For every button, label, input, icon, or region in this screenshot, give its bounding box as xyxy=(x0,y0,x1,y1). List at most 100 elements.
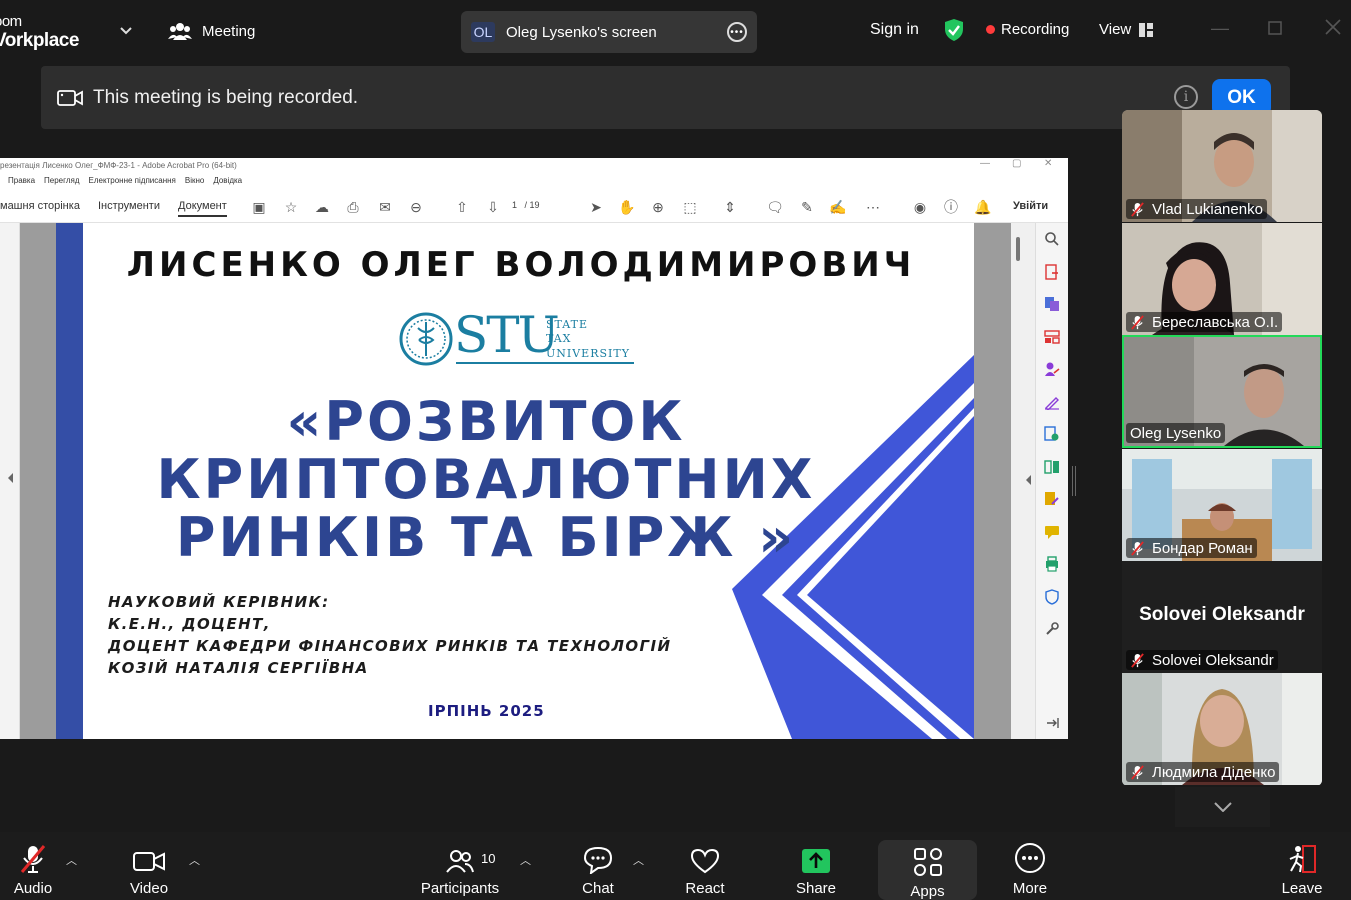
acrobat-menu-bar: Правка Перегляд Електронне підписання Ві… xyxy=(8,176,242,185)
apps-label: Apps xyxy=(910,883,945,900)
slide-title-line: КРИПТОВАЛЮТНИХ xyxy=(156,448,816,511)
minimize-icon[interactable]: — xyxy=(1211,18,1229,39)
logo-university: UNIVERSITY xyxy=(546,347,630,360)
zoom-out-icon: ⊖ xyxy=(410,198,422,215)
close-icon[interactable] xyxy=(1325,19,1341,40)
create-pdf-icon xyxy=(1045,297,1059,311)
participant-name-tag: Людмила Діденко xyxy=(1126,762,1280,782)
menu-item: Вікно xyxy=(184,176,205,185)
participants-icon xyxy=(446,850,474,873)
left-panel-collapse xyxy=(0,223,20,739)
meeting-menu-button[interactable]: Meeting xyxy=(168,18,255,44)
participants-button[interactable]: Participants xyxy=(418,832,502,900)
video-tile[interactable]: Береславська О.І. xyxy=(1122,223,1322,335)
video-tile-no-video[interactable]: Solovei Oleksandr Solovei Oleksandr xyxy=(1122,561,1322,673)
logo-state: STATE xyxy=(546,318,588,331)
participants-label: Participants xyxy=(420,880,500,897)
view-button[interactable]: View xyxy=(1099,21,1154,38)
page-total: / 19 xyxy=(524,200,540,210)
more-dots-icon xyxy=(1015,843,1045,873)
organize-pages-icon xyxy=(1044,330,1060,344)
maximize-icon[interactable] xyxy=(1268,19,1282,40)
gallery-scroll-down-button[interactable] xyxy=(1175,787,1270,827)
leave-label: Leave xyxy=(1281,880,1323,897)
collapse-panel-icon xyxy=(1047,718,1059,728)
logo-underline xyxy=(456,362,634,364)
presentation-slide: ЛИСЕНКО ОЛЕГ ВОЛОДИМИРОВИЧ STU STATE TAX… xyxy=(56,223,974,739)
right-panel-toggle-icon xyxy=(1026,475,1031,485)
protect-shield-icon xyxy=(1045,589,1059,605)
scroll-thumb xyxy=(1016,237,1020,261)
chat-button[interactable]: Chat xyxy=(580,832,616,900)
audio-options-caret-icon[interactable]: ︿ xyxy=(66,852,77,868)
more-options-icon[interactable]: ••• xyxy=(727,22,747,42)
info-icon[interactable]: i xyxy=(1174,85,1198,109)
slide-date: ІРПІНЬ 2025 xyxy=(428,702,545,720)
screen-share-indicator[interactable]: OL Oleg Lysenko's screen ••• xyxy=(461,11,757,53)
comment-tool-icon xyxy=(1045,526,1059,539)
react-button[interactable]: React xyxy=(684,832,726,900)
video-tile[interactable]: Бондар Роман xyxy=(1122,449,1322,561)
muted-mic-icon xyxy=(20,845,46,873)
encryption-shield-icon[interactable] xyxy=(943,18,965,42)
acrobat-toolbar: машня сторінка Інструменти Документ ▣ ☆ … xyxy=(0,193,1068,223)
share-user-icon: ◉ xyxy=(913,198,927,215)
recording-message: This meeting is being recorded. xyxy=(93,86,359,108)
acrobat-title: резентація Лисенко Олег_ФМФ-23-1 - Adobe… xyxy=(0,161,237,170)
more-button[interactable]: More xyxy=(1008,832,1052,900)
page-current: 1 xyxy=(512,200,518,210)
share-screen-button[interactable]: Share xyxy=(793,832,839,900)
video-tile[interactable]: Vlad Lukianenko xyxy=(1122,110,1322,222)
slide-author: ЛИСЕНКО ОЛЕГ ВОЛОДИМИРОВИЧ xyxy=(126,245,916,285)
video-tile-active-speaker[interactable]: Oleg Lysenko xyxy=(1122,335,1322,448)
chevron-down-icon[interactable] xyxy=(118,22,134,38)
signature-icon: ✍ xyxy=(829,198,847,215)
participants-options-caret-icon[interactable]: ︿ xyxy=(520,852,531,868)
participant-name: Береславська О.І. xyxy=(1152,313,1279,331)
page-indicator: 1 / 19 xyxy=(512,200,540,210)
supervisor-line: К.Е.Н., ДОЦЕНТ, xyxy=(108,615,271,633)
shared-screen-acrobat: резентація Лисенко Олег_ФМФ-23-1 - Adobe… xyxy=(0,158,1068,739)
participant-name-large: Solovei Oleksandr xyxy=(1139,604,1305,625)
recording-dot-icon xyxy=(986,25,995,34)
menu-item: Довідка xyxy=(213,176,243,185)
recording-indicator[interactable]: Recording xyxy=(986,21,1069,38)
chat-options-caret-icon[interactable]: ︿ xyxy=(633,852,644,868)
view-label: View xyxy=(1099,21,1132,38)
more-tools-wrench-icon xyxy=(1046,622,1059,635)
highlight-pen-icon: ✎ xyxy=(801,198,813,215)
slide-title-line: РИНКІВ ТА БІРЖ » xyxy=(175,506,797,569)
chat-bubble-icon xyxy=(583,846,613,874)
recording-notification-banner: This meeting is being recorded. i OK xyxy=(41,66,1290,129)
fill-sign-icon xyxy=(1045,397,1059,410)
supervisor-line: ДОЦЕНТ КАФЕДРИ ФІНАНСОВИХ РИНКІВ ТА ТЕХН… xyxy=(108,637,672,655)
page-up-icon: ⇧ xyxy=(456,198,468,215)
save-icon: ▣ xyxy=(252,198,266,215)
apps-button[interactable]: Apps xyxy=(878,840,977,900)
panel-splitter-handle[interactable] xyxy=(1072,466,1076,496)
muted-mic-icon xyxy=(1131,764,1144,780)
video-tile[interactable]: Людмила Діденко xyxy=(1122,673,1322,785)
participant-name: Solovei Oleksandr xyxy=(1152,651,1274,669)
supervisor-line: НАУКОВИЙ КЕРІВНИК: xyxy=(108,593,330,611)
edit-pdf-icon xyxy=(1045,492,1059,505)
audio-label: Audio xyxy=(13,880,53,897)
compare-files-icon xyxy=(1044,460,1059,474)
participant-name-tag: Oleg Lysenko xyxy=(1126,423,1226,443)
heart-icon xyxy=(690,848,720,874)
leave-meeting-button[interactable]: Leave xyxy=(1280,832,1324,900)
request-signature-icon xyxy=(1045,362,1060,376)
mail-icon: ✉ xyxy=(379,198,391,215)
scan-ocr-icon xyxy=(1044,426,1059,441)
participant-gallery: Vlad Lukianenko Береславська О.І. Oleg L… xyxy=(1122,110,1322,786)
sign-in-button[interactable]: Sign in xyxy=(870,21,919,39)
video-button[interactable]: Video xyxy=(124,832,174,900)
meeting-controls-bar: Audio ︿ Video ︿ Participants 10 ︿ Chat ︿… xyxy=(0,832,1351,900)
search-icon xyxy=(1045,232,1059,246)
audio-button[interactable]: Audio xyxy=(8,832,58,900)
video-options-caret-icon[interactable]: ︿ xyxy=(189,852,200,868)
participant-name: Бондар Роман xyxy=(1152,539,1253,557)
acrobat-maximize-icon: ▢ xyxy=(1012,158,1022,169)
participant-name-tag: Береславська О.І. xyxy=(1126,312,1283,332)
help-icon: ⓘ xyxy=(944,199,958,215)
